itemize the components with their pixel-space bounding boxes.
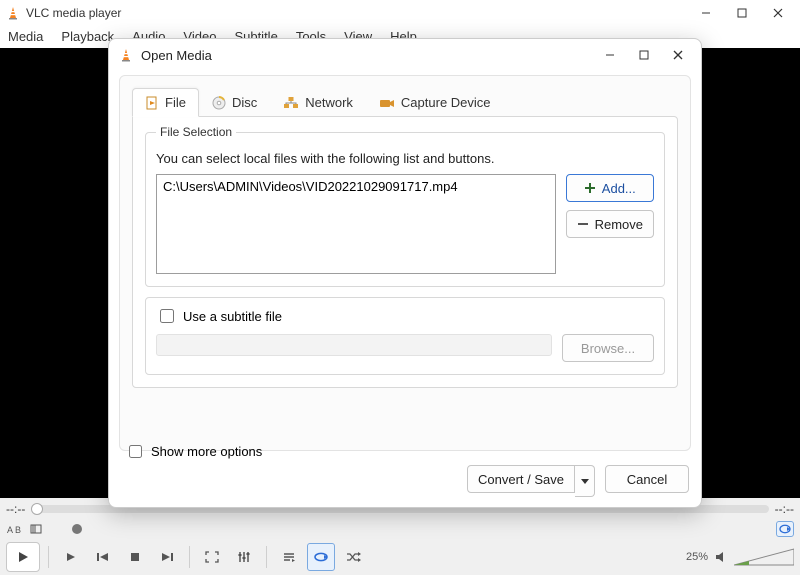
convert-save-label: Convert / Save xyxy=(478,472,564,487)
tab-network-label: Network xyxy=(305,95,353,110)
equalizer-button[interactable] xyxy=(230,543,258,571)
dialog-tabs: File Disc Network Capture Device xyxy=(120,86,690,116)
controls-toolbar: 25% xyxy=(0,539,800,575)
disc-icon xyxy=(212,96,226,110)
volume-percent: 25% xyxy=(686,551,708,563)
time-current: --:-- xyxy=(6,502,25,516)
cancel-label: Cancel xyxy=(627,472,667,487)
minus-icon xyxy=(577,218,589,230)
ab-loop-button[interactable]: A B xyxy=(6,521,24,537)
file-selection-group: File Selection You can select local file… xyxy=(145,125,665,287)
svg-text:A B: A B xyxy=(7,525,21,535)
show-more-options[interactable]: Show more options xyxy=(125,442,262,461)
remove-button-label: Remove xyxy=(595,217,643,232)
menu-media[interactable]: Media xyxy=(8,26,43,48)
file-list-item[interactable]: C:\Users\ADMIN\Videos\VID20221029091717.… xyxy=(163,179,549,194)
minimize-button[interactable] xyxy=(688,0,724,26)
dialog-title: Open Media xyxy=(141,48,593,63)
tab-capture[interactable]: Capture Device xyxy=(366,88,504,117)
menu-playback[interactable]: Playback xyxy=(61,26,114,48)
plus-icon xyxy=(584,182,596,194)
add-button-label: Add... xyxy=(602,181,636,196)
show-more-label: Show more options xyxy=(151,444,262,459)
convert-save-dropdown[interactable] xyxy=(575,465,595,497)
subtitle-path-field xyxy=(156,334,552,356)
secondary-toolbar: A B xyxy=(0,519,800,539)
remove-button[interactable]: Remove xyxy=(566,210,654,238)
browse-label: Browse... xyxy=(581,341,635,356)
fullscreen-button[interactable] xyxy=(198,543,226,571)
show-more-checkbox[interactable] xyxy=(129,445,142,458)
tab-capture-label: Capture Device xyxy=(401,95,491,110)
tab-file-label: File xyxy=(165,95,186,110)
tab-file[interactable]: File xyxy=(132,88,199,117)
convert-save-button[interactable]: Convert / Save xyxy=(467,465,575,493)
use-subtitle-label: Use a subtitle file xyxy=(183,309,282,324)
volume-slider[interactable] xyxy=(734,547,794,567)
next-button[interactable] xyxy=(153,543,181,571)
previous-button[interactable] xyxy=(89,543,117,571)
record-button[interactable] xyxy=(68,521,86,537)
add-button[interactable]: Add... xyxy=(566,174,654,202)
playlist-button[interactable] xyxy=(275,543,303,571)
dialog-titlebar: Open Media xyxy=(109,39,701,71)
app-title: VLC media player xyxy=(26,6,688,20)
capture-icon xyxy=(379,96,395,110)
close-button[interactable] xyxy=(760,0,796,26)
play-small-button[interactable] xyxy=(57,543,85,571)
vlc-cone-icon xyxy=(6,6,20,20)
time-total: --:-- xyxy=(775,502,794,516)
main-titlebar: VLC media player xyxy=(0,0,800,26)
speaker-icon[interactable] xyxy=(714,550,728,564)
tab-disc[interactable]: Disc xyxy=(199,88,270,117)
file-list[interactable]: C:\Users\ADMIN\Videos\VID20221029091717.… xyxy=(156,174,556,274)
frame-step-button[interactable] xyxy=(28,521,46,537)
tab-disc-label: Disc xyxy=(232,95,257,110)
maximize-button[interactable] xyxy=(724,0,760,26)
cancel-button[interactable]: Cancel xyxy=(605,465,689,493)
use-subtitle-checkbox[interactable] xyxy=(160,309,174,323)
network-icon xyxy=(283,96,299,110)
play-button[interactable] xyxy=(6,542,40,572)
dialog-minimize-button[interactable] xyxy=(593,42,627,68)
tab-network[interactable]: Network xyxy=(270,88,366,117)
dialog-close-button[interactable] xyxy=(661,42,695,68)
stop-button[interactable] xyxy=(121,543,149,571)
browse-subtitle-button[interactable]: Browse... xyxy=(562,334,654,362)
dialog-maximize-button[interactable] xyxy=(627,42,661,68)
open-media-dialog: Open Media File Disc Network Capture Dev… xyxy=(108,38,702,508)
shuffle-button[interactable] xyxy=(339,543,367,571)
file-selection-legend: File Selection xyxy=(156,125,236,139)
file-selection-hint: You can select local files with the foll… xyxy=(156,151,654,166)
file-icon xyxy=(145,96,159,110)
tab-file-page: File Selection You can select local file… xyxy=(132,116,678,388)
subtitle-group: Use a subtitle file Browse... xyxy=(145,297,665,375)
convert-save-splitbutton[interactable]: Convert / Save xyxy=(467,465,595,497)
loop-indicator-button[interactable] xyxy=(776,521,794,537)
loop-button[interactable] xyxy=(307,543,335,571)
vlc-cone-icon xyxy=(119,48,133,62)
